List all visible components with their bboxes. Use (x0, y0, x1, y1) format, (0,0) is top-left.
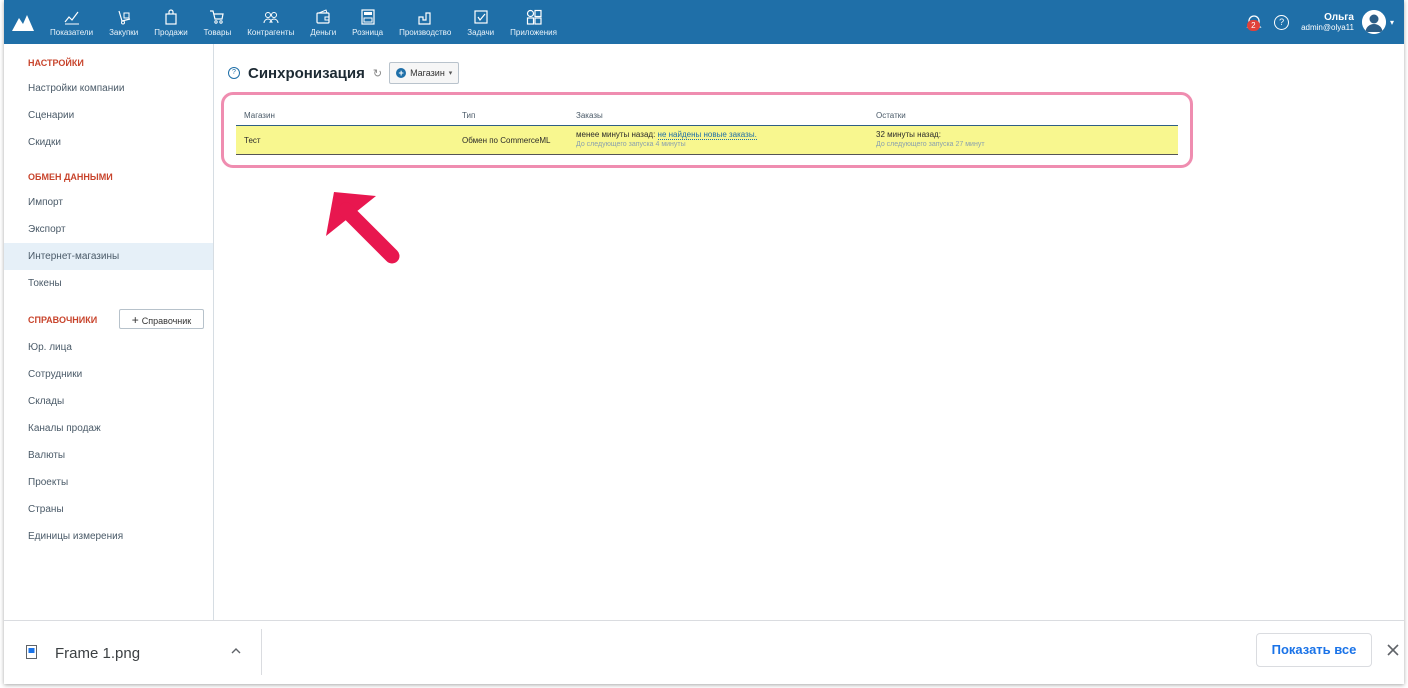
nav-item-sales[interactable]: Продажи (146, 0, 195, 44)
bag-icon (165, 9, 177, 25)
nav-item-production[interactable]: Производство (391, 0, 459, 44)
add-shop-label: Магазин (410, 68, 445, 78)
apps-icon (526, 9, 542, 25)
plus-icon: + (131, 313, 139, 327)
nav-item-goods[interactable]: Товары (196, 0, 240, 44)
sidebar-item-import[interactable]: Импорт (4, 189, 213, 216)
nav-label: Деньги (310, 28, 337, 37)
sidebar-item-warehouses[interactable]: Склады (4, 388, 213, 415)
nav-item-tasks[interactable]: Задачи (459, 0, 502, 44)
sidebar-item-employees[interactable]: Сотрудники (4, 361, 213, 388)
factory-icon (418, 12, 431, 25)
page-header: ? Синхронизация ↻ + Магазин ▾ (228, 62, 460, 84)
sidebar-item-export[interactable]: Экспорт (4, 216, 213, 243)
user-info[interactable]: Ольга admin@olya11 (1301, 12, 1354, 33)
user-name: Ольга (1324, 11, 1354, 23)
nav-label: Показатели (50, 28, 94, 37)
nav-label: Приложения (510, 28, 557, 37)
sidebar-item-units[interactable]: Единицы измерения (4, 523, 213, 550)
file-icon (26, 645, 37, 659)
register-icon (361, 9, 375, 25)
chart-icon (64, 11, 79, 25)
close-icon[interactable] (1386, 643, 1400, 657)
main-nav: Показатели Закупки Продажи Товары Контра… (42, 0, 565, 44)
dolly-icon (118, 10, 130, 25)
chevron-down-icon[interactable]: ▾ (1390, 18, 1394, 27)
nav-label: Задачи (467, 28, 495, 37)
sidebar-item-company-settings[interactable]: Настройки компании (4, 75, 213, 102)
people-icon (263, 12, 279, 24)
chevron-up-icon[interactable] (230, 645, 242, 657)
chevron-down-icon: ▾ (448, 70, 453, 77)
add-reference-label: Справочник (141, 316, 192, 326)
nav-item-indicators[interactable]: Показатели (42, 0, 101, 44)
refresh-icon[interactable]: ↻ (373, 67, 382, 80)
app-window: Показатели Закупки Продажи Товары Контра… (4, 0, 1404, 684)
highlight-frame (221, 92, 1193, 168)
section-data-exchange: ОБМЕН ДАННЫМИ (28, 172, 113, 182)
sidebar-item-scenarios[interactable]: Сценарии (4, 102, 213, 129)
sidebar-item-online-stores[interactable]: Интернет-магазины (4, 243, 213, 270)
divider (261, 629, 262, 675)
user-avatar-icon (1361, 10, 1386, 34)
sidebar: НАСТРОЙКИ Настройки компании Сценарии Ск… (4, 44, 214, 620)
sidebar-item-legal-entities[interactable]: Юр. лица (4, 334, 213, 361)
nav-label: Товары (203, 28, 232, 37)
sidebar-item-discounts[interactable]: Скидки (4, 129, 213, 156)
wallet-icon (316, 9, 330, 24)
nav-item-money[interactable]: Деньги (302, 0, 344, 44)
top-navbar: Показатели Закупки Продажи Товары Контра… (4, 0, 1404, 44)
help-icon[interactable]: ? (1274, 14, 1290, 30)
show-all-button[interactable]: Показать все (1256, 633, 1372, 667)
sidebar-item-tokens[interactable]: Токены (4, 270, 213, 297)
add-reference-button[interactable]: + Справочник (119, 309, 204, 329)
checkbox-icon (474, 10, 488, 24)
nav-item-counterparties[interactable]: Контрагенты (239, 0, 302, 44)
download-bar: Frame 1.png Показать все (4, 620, 1404, 684)
sidebar-item-currencies[interactable]: Валюты (4, 442, 213, 469)
sidebar-item-countries[interactable]: Страны (4, 496, 213, 523)
add-shop-button[interactable]: + Магазин ▾ (389, 62, 460, 84)
red-arrow-icon (326, 192, 400, 264)
notification-badge: 2 (1247, 20, 1260, 31)
page-title: Синхронизация (248, 64, 365, 82)
nav-item-apps[interactable]: Приложения (502, 0, 565, 44)
plus-circle-icon: + (396, 68, 407, 78)
user-login: admin@olya11 (1301, 22, 1354, 32)
sidebar-item-projects[interactable]: Проекты (4, 469, 213, 496)
avatar[interactable] (1361, 10, 1386, 34)
nav-item-purchases[interactable]: Закупки (101, 0, 146, 44)
section-settings: НАСТРОЙКИ (28, 58, 84, 68)
cart-icon (210, 10, 225, 24)
nav-label: Розница (352, 28, 384, 37)
topbar-right: 2 ? Ольга admin@olya11 ▾ (1244, 0, 1394, 44)
nav-label: Производство (399, 28, 452, 37)
notifications-button[interactable]: 2 (1244, 12, 1264, 32)
nav-label: Закупки (109, 28, 139, 37)
help-icon[interactable]: ? (228, 67, 240, 79)
nav-item-retail[interactable]: Розница (344, 0, 391, 44)
sidebar-item-sales-channels[interactable]: Каналы продаж (4, 415, 213, 442)
section-references: СПРАВОЧНИКИ (28, 315, 98, 325)
nav-label: Контрагенты (247, 28, 295, 37)
nav-label: Продажи (154, 28, 188, 37)
download-file-name[interactable]: Frame 1.png (55, 645, 140, 662)
logo-icon[interactable] (12, 13, 34, 31)
